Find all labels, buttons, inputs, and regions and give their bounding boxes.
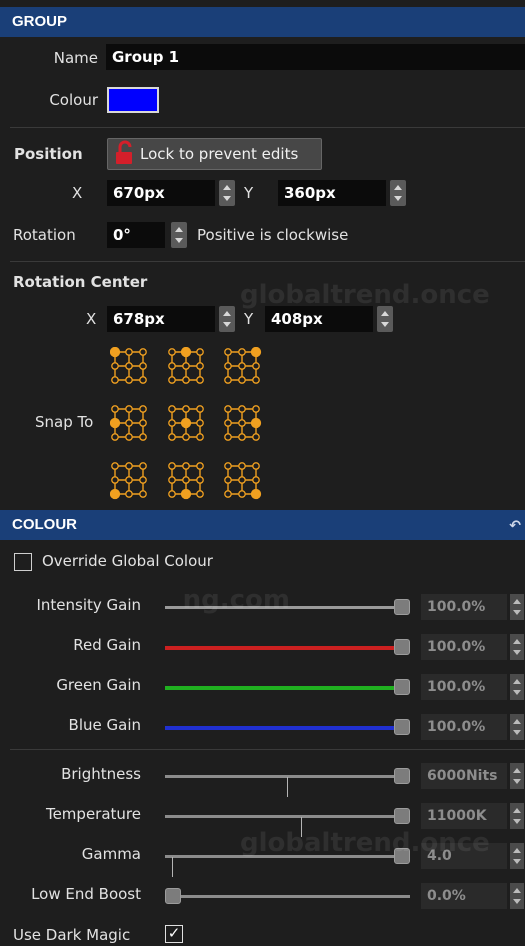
snap-top-center-button[interactable] — [167, 346, 207, 387]
tone-slider-handle[interactable] — [165, 888, 181, 904]
position-y-label: Y — [244, 184, 254, 202]
default-tick — [287, 777, 288, 797]
tone-slider-value[interactable]: 11000K — [421, 803, 507, 829]
tone-slider-stepper[interactable] — [510, 803, 524, 829]
tone-slider-track[interactable] — [165, 895, 410, 898]
rotation-field[interactable]: 0° — [107, 222, 165, 248]
default-tick — [172, 857, 173, 877]
rotation-center-y-field[interactable]: 408px — [265, 306, 373, 332]
colour-header-title: COLOUR — [12, 516, 77, 533]
reset-icon[interactable]: ↶ — [509, 510, 521, 540]
colour-section-header[interactable]: COLOUR ↶ — [0, 510, 525, 540]
tone-slider-value[interactable]: 4.0 — [421, 843, 507, 869]
tone-slider-track[interactable] — [165, 855, 410, 858]
gain-slider-track[interactable] — [165, 686, 410, 690]
lock-open-icon — [114, 140, 136, 176]
lock-button-label: Lock to prevent edits — [140, 145, 299, 163]
snap-center-button[interactable] — [167, 404, 207, 444]
position-x-label: X — [72, 184, 83, 202]
tone-slider-handle[interactable] — [394, 848, 410, 864]
tone-slider-value[interactable]: 0.0% — [421, 883, 507, 909]
gain-slider-value[interactable]: 100.0% — [421, 634, 507, 660]
tone-slider-value[interactable]: 6000Nits — [421, 763, 507, 789]
tone-slider-label: Temperature — [45, 805, 141, 823]
snap-top-left-button[interactable] — [109, 346, 150, 387]
name-label: Name — [53, 49, 98, 67]
gain-slider-handle[interactable] — [394, 639, 410, 655]
gain-slider-value[interactable]: 100.0% — [421, 594, 507, 620]
colour-swatch[interactable] — [107, 87, 159, 113]
rotation-label: Rotation — [13, 226, 76, 244]
rotation-center-x-field[interactable]: 678px — [107, 306, 215, 332]
tone-slider-label: Brightness — [61, 765, 141, 783]
rotation-note: Positive is clockwise — [197, 226, 349, 244]
rotation-center-title: Rotation Center — [13, 273, 148, 291]
gain-slider-label: Red Gain — [73, 636, 141, 654]
gain-slider-stepper[interactable] — [510, 594, 524, 620]
gain-slider-handle[interactable] — [394, 719, 410, 735]
rotation-center-y-label: Y — [244, 310, 254, 328]
snap-to-label: Snap To — [35, 413, 94, 431]
snap-middle-left-button[interactable] — [109, 404, 150, 444]
gain-slider-track[interactable] — [165, 606, 410, 609]
tone-slider-label: Gamma — [81, 845, 141, 863]
name-field[interactable]: Group 1 — [106, 44, 525, 70]
gain-slider-value[interactable]: 100.0% — [421, 714, 507, 740]
gain-slider-stepper[interactable] — [510, 634, 524, 660]
override-label: Override Global Colour — [42, 552, 213, 570]
position-y-field[interactable]: 360px — [278, 180, 386, 206]
rotation-center-x-stepper[interactable] — [219, 306, 235, 332]
group-section-header[interactable]: GROUP — [0, 7, 525, 37]
tone-slider-track[interactable] — [165, 815, 410, 818]
tone-slider-handle[interactable] — [394, 768, 410, 784]
default-tick — [301, 817, 302, 837]
snap-top-right-button[interactable] — [223, 346, 263, 387]
gain-slider-label: Intensity Gain — [36, 596, 141, 614]
gain-slider-track[interactable] — [165, 726, 410, 730]
rotation-center-y-stepper[interactable] — [377, 306, 393, 332]
lock-button[interactable]: Lock to prevent edits — [107, 138, 322, 170]
divider — [10, 127, 525, 128]
gain-slider-label: Green Gain — [56, 676, 141, 694]
dark-magic-checkbox[interactable]: ✓ — [165, 925, 183, 943]
checkmark-icon: ✓ — [167, 924, 181, 942]
group-header-title: GROUP — [12, 13, 68, 30]
tone-slider-label: Low End Boost — [31, 885, 141, 903]
dark-magic-label: Use Dark Magic — [13, 926, 131, 944]
snap-bottom-center-button[interactable] — [167, 461, 207, 501]
rotation-stepper[interactable] — [171, 222, 187, 248]
tone-slider-stepper[interactable] — [510, 883, 524, 909]
colour-label: Colour — [49, 91, 98, 109]
gain-slider-label: Blue Gain — [68, 716, 141, 734]
gain-slider-track[interactable] — [165, 646, 410, 650]
position-x-stepper[interactable] — [219, 180, 235, 206]
divider — [10, 749, 525, 750]
gain-slider-stepper[interactable] — [510, 714, 524, 740]
snap-middle-right-button[interactable] — [223, 404, 263, 444]
tone-slider-handle[interactable] — [394, 808, 410, 824]
tone-slider-stepper[interactable] — [510, 763, 524, 789]
divider — [10, 261, 525, 262]
gain-slider-stepper[interactable] — [510, 674, 524, 700]
position-x-field[interactable]: 670px — [107, 180, 215, 206]
gain-slider-handle[interactable] — [394, 679, 410, 695]
rotation-center-x-label: X — [86, 310, 97, 328]
override-checkbox[interactable] — [14, 553, 32, 571]
tone-slider-stepper[interactable] — [510, 843, 524, 869]
position-y-stepper[interactable] — [390, 180, 406, 206]
gain-slider-value[interactable]: 100.0% — [421, 674, 507, 700]
snap-bottom-right-button[interactable] — [223, 461, 263, 501]
snap-bottom-left-button[interactable] — [109, 461, 150, 501]
gain-slider-handle[interactable] — [394, 599, 410, 615]
position-title: Position — [14, 145, 83, 163]
